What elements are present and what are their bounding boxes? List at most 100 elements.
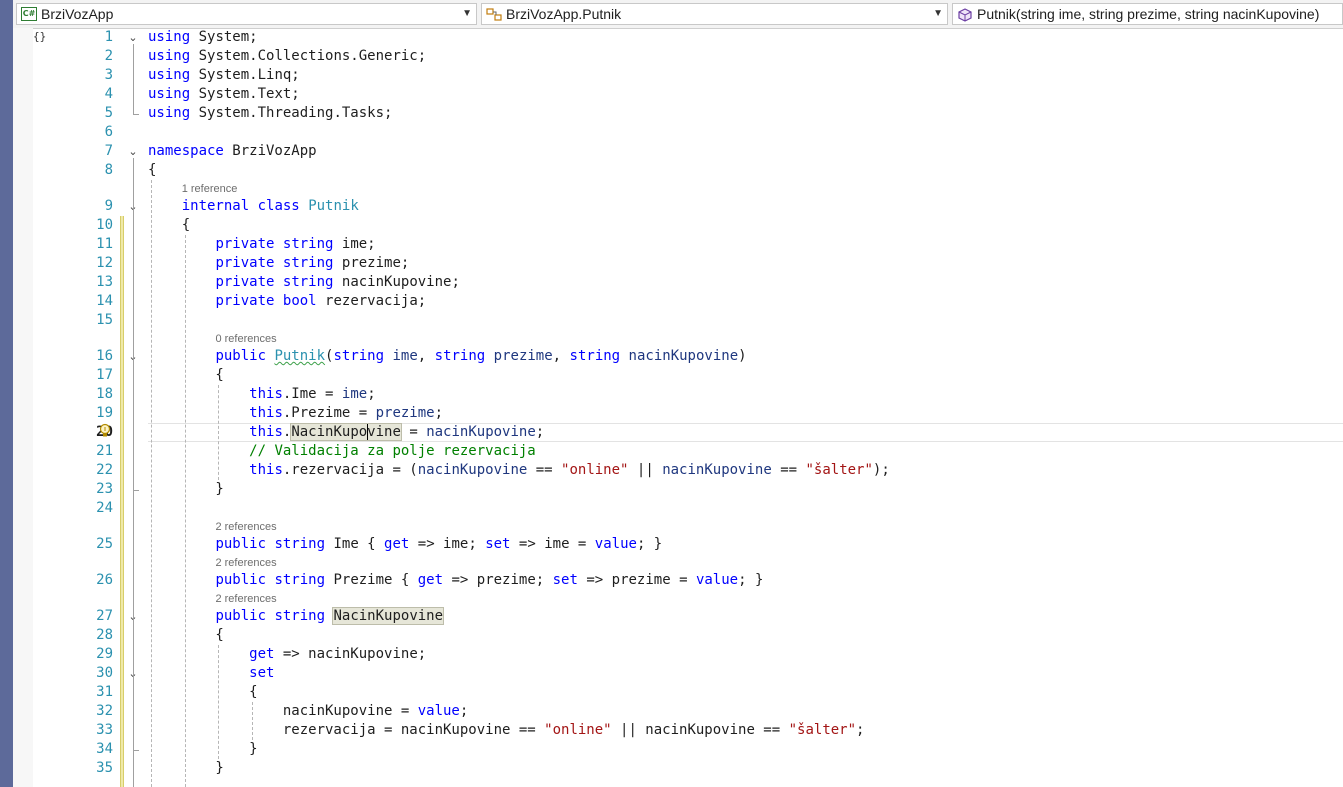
- code-line[interactable]: namespace BrziVozApp: [148, 142, 317, 161]
- line-number: 6: [104, 124, 113, 140]
- code-line[interactable]: public Putnik(string ime, string prezime…: [148, 347, 746, 366]
- code-token: {: [148, 367, 224, 383]
- outline-range-end: [133, 114, 139, 115]
- code-line[interactable]: {: [148, 216, 190, 235]
- code-token: rezervacija;: [316, 293, 427, 309]
- codelens-references[interactable]: 1 reference: [182, 183, 238, 196]
- code-line[interactable]: this.rezervacija = (nacinKupovine == "on…: [148, 461, 890, 480]
- code-line[interactable]: get => nacinKupovine;: [148, 645, 426, 664]
- line-number-gutter: 1234567891011121314151617181920212223242…: [33, 28, 113, 787]
- code-token: using: [148, 48, 191, 64]
- code-line[interactable]: using System.Collections.Generic;: [148, 47, 426, 66]
- code-token: string: [274, 608, 326, 624]
- code-token: Putnik: [274, 348, 326, 364]
- lightbulb-icon[interactable]: [98, 423, 112, 439]
- code-token: Prezime {: [325, 572, 418, 588]
- code-line[interactable]: // Validacija za polje rezervacija: [148, 442, 536, 461]
- code-line[interactable]: {: [148, 626, 223, 645]
- class-dropdown-label: BrziVozApp.Putnik: [506, 6, 622, 22]
- code-token: ||: [628, 462, 663, 478]
- code-token: string: [274, 572, 326, 588]
- code-token: {: [148, 217, 191, 233]
- code-line[interactable]: }: [148, 480, 223, 499]
- code-line[interactable]: using System;: [148, 28, 258, 47]
- code-token: public: [215, 536, 267, 552]
- code-line[interactable]: {: [148, 366, 224, 385]
- code-line[interactable]: private bool rezervacija;: [148, 292, 426, 311]
- class-dropdown[interactable]: BrziVozApp.Putnik ▼: [481, 3, 948, 25]
- left-tool-strip: [0, 0, 13, 787]
- code-line[interactable]: public string Prezime { get => prezime; …: [148, 571, 763, 590]
- codelens-references[interactable]: 2 references: [215, 521, 276, 534]
- collapse-chevron-icon[interactable]: ⌄: [127, 32, 139, 44]
- codelens-references[interactable]: 0 references: [215, 333, 276, 346]
- code-token: NacinKupovine: [290, 423, 402, 441]
- code-token: string: [282, 274, 334, 290]
- code-line[interactable]: }: [148, 759, 224, 778]
- code-token: string: [274, 536, 326, 552]
- code-line[interactable]: using System.Threading.Tasks;: [148, 104, 392, 123]
- code-line[interactable]: private string nacinKupovine;: [148, 273, 459, 292]
- code-editor[interactable]: {} 1234567891011121314151617181920212223…: [13, 28, 1343, 787]
- code-line[interactable]: }: [148, 740, 257, 759]
- code-line[interactable]: using System.Linq;: [148, 66, 300, 85]
- code-token: string: [282, 255, 334, 271]
- code-line[interactable]: public string NacinKupovine: [148, 607, 445, 626]
- code-token: .Ime =: [282, 386, 342, 402]
- code-token: value: [594, 536, 637, 552]
- code-token: ; }: [636, 536, 663, 552]
- code-line[interactable]: using System.Text;: [148, 85, 300, 104]
- code-line[interactable]: this.NacinKupovine = nacinKupovine;: [148, 423, 544, 442]
- code-token: => ime =: [510, 536, 595, 552]
- code-line[interactable]: public string Ime { get => ime; set => i…: [148, 535, 662, 554]
- class-icon: [486, 7, 502, 21]
- code-token: "šalter": [788, 722, 857, 738]
- code-token: value: [417, 703, 460, 719]
- code-token: "šalter": [805, 462, 873, 478]
- code-token: }: [148, 760, 224, 776]
- code-token: System.Collections.Generic;: [190, 48, 427, 64]
- code-token: prezime: [493, 348, 553, 364]
- code-line[interactable]: nacinKupovine = value;: [148, 702, 468, 721]
- member-dropdown-label: Putnik(string ime, string prezime, strin…: [977, 6, 1320, 22]
- code-token: NacinKupovine: [332, 607, 445, 625]
- code-token: ;: [535, 424, 545, 440]
- code-token: .Prezime =: [282, 405, 376, 421]
- member-dropdown[interactable]: Putnik(string ime, string prezime, strin…: [952, 3, 1343, 25]
- project-dropdown[interactable]: C# BrziVozApp ▼: [16, 3, 477, 25]
- code-line[interactable]: this.Prezime = prezime;: [148, 404, 443, 423]
- collapse-chevron-icon[interactable]: ⌄: [127, 146, 139, 158]
- code-token: public: [215, 348, 267, 364]
- code-line[interactable]: rezervacija = nacinKupovine == "online" …: [148, 721, 865, 740]
- text-caret: [367, 424, 369, 440]
- code-line[interactable]: private string prezime;: [148, 254, 409, 273]
- codelens-references[interactable]: 2 references: [215, 593, 276, 606]
- code-token: ==: [771, 462, 806, 478]
- project-dropdown-label: BrziVozApp: [41, 6, 114, 22]
- line-number: 13: [96, 274, 113, 290]
- code-token: nacinKupovine: [426, 424, 536, 440]
- code-line[interactable]: private string ime;: [148, 235, 375, 254]
- code-line[interactable]: this.Ime = ime;: [148, 385, 375, 404]
- code-token: using: [148, 29, 191, 45]
- line-number: 11: [96, 236, 113, 252]
- code-line[interactable]: {: [148, 161, 156, 180]
- code-token: using: [148, 105, 191, 121]
- code-line[interactable]: set: [148, 664, 274, 683]
- codelens-references[interactable]: 2 references: [215, 557, 276, 570]
- code-line[interactable]: {: [148, 683, 257, 702]
- code-area[interactable]: using System; using System.Collections.Ge…: [148, 28, 1343, 787]
- code-line[interactable]: internal class Putnik: [148, 197, 359, 216]
- line-number: 25: [96, 536, 113, 552]
- code-token: get: [384, 536, 410, 552]
